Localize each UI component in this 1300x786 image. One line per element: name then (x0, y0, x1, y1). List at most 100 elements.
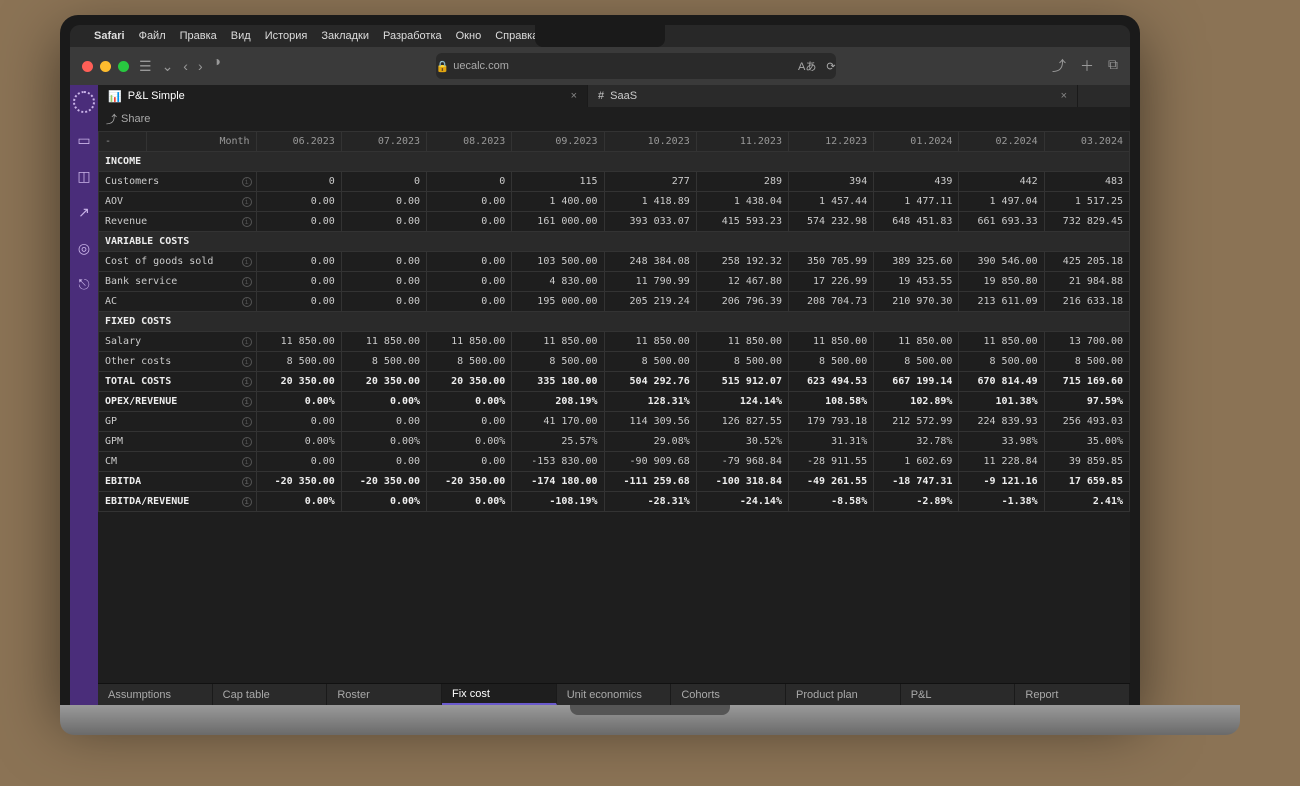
cell[interactable]: 1 438.04 (696, 192, 788, 212)
cell[interactable]: 1 517.25 (1044, 192, 1129, 212)
exit-icon[interactable]: ⎋ (75, 275, 93, 293)
address-bar[interactable]: 🔒 uecalc.com Aあ ⟳ (436, 53, 836, 79)
cell[interactable]: 256 493.03 (1044, 412, 1129, 432)
cell[interactable]: 1 497.04 (959, 192, 1044, 212)
cell[interactable]: 0.00% (341, 432, 426, 452)
cell[interactable]: 25.57% (512, 432, 604, 452)
cell[interactable]: 0.00 (256, 252, 341, 272)
cell[interactable]: 350 705.99 (788, 252, 873, 272)
cell[interactable]: -8.58% (788, 492, 873, 512)
menu-edit[interactable]: Правка (180, 30, 217, 42)
reader-icon[interactable]: Aあ (798, 58, 822, 74)
row-label[interactable]: AOVi (99, 192, 257, 212)
cell[interactable]: 11 850.00 (788, 332, 873, 352)
cell[interactable]: 415 593.23 (696, 212, 788, 232)
close-icon[interactable]: × (1061, 90, 1067, 102)
cell[interactable]: 0.00 (341, 412, 426, 432)
cell[interactable]: 1 602.69 (874, 452, 959, 472)
cell[interactable]: 8 500.00 (341, 352, 426, 372)
cell[interactable]: 289 (696, 172, 788, 192)
cell[interactable]: 258 192.32 (696, 252, 788, 272)
cell[interactable]: -24.14% (696, 492, 788, 512)
cell[interactable]: 0.00 (341, 192, 426, 212)
cell[interactable]: 8 500.00 (604, 352, 696, 372)
doc-tab-pl-simple[interactable]: 📊 P&L Simple × (98, 85, 588, 107)
cell[interactable]: 32.78% (874, 432, 959, 452)
cell[interactable]: 0.00 (256, 212, 341, 232)
sidebar-toggle-icon[interactable]: ☰ (139, 58, 152, 75)
cell[interactable]: 11 850.00 (341, 332, 426, 352)
cell[interactable]: 8 500.00 (874, 352, 959, 372)
cell[interactable]: -2.89% (874, 492, 959, 512)
cell[interactable]: 212 572.99 (874, 412, 959, 432)
cell[interactable]: -28 911.55 (788, 452, 873, 472)
cell[interactable]: 179 793.18 (788, 412, 873, 432)
sheet-tab[interactable]: Cap table (213, 684, 328, 705)
cell[interactable]: 20 350.00 (427, 372, 512, 392)
cell[interactable]: 11 850.00 (427, 332, 512, 352)
cell[interactable]: 216 633.18 (1044, 292, 1129, 312)
sheet-tab[interactable]: Cohorts (671, 684, 786, 705)
app-logo-icon[interactable] (73, 91, 95, 113)
menu-window[interactable]: Окно (456, 30, 482, 42)
forward-button[interactable]: › (198, 58, 203, 74)
cell[interactable]: 0.00% (256, 492, 341, 512)
cell[interactable]: 19 850.80 (959, 272, 1044, 292)
share-button[interactable]: Share (121, 113, 150, 125)
cell[interactable]: 483 (1044, 172, 1129, 192)
cell[interactable]: 1 418.89 (604, 192, 696, 212)
doc-tab-saas[interactable]: # SaaS × (588, 85, 1078, 107)
row-label[interactable]: Bank servicei (99, 272, 257, 292)
cell[interactable]: 11 850.00 (604, 332, 696, 352)
cell[interactable]: 0.00 (341, 452, 426, 472)
sheet-tab[interactable]: Assumptions (98, 684, 213, 705)
cell[interactable]: 11 850.00 (696, 332, 788, 352)
share-icon[interactable]: ⤴ (1052, 56, 1066, 76)
menu-file[interactable]: Файл (139, 30, 166, 42)
cell[interactable]: 124.14% (696, 392, 788, 412)
cell[interactable]: 0.00 (341, 252, 426, 272)
cell[interactable]: 389 325.60 (874, 252, 959, 272)
cell[interactable]: 30.52% (696, 432, 788, 452)
menu-help[interactable]: Справка (495, 30, 538, 42)
cell[interactable]: 0 (341, 172, 426, 192)
row-label[interactable]: TOTAL COSTSi (99, 372, 257, 392)
cell[interactable]: 128.31% (604, 392, 696, 412)
window-minimize-button[interactable] (100, 61, 111, 72)
cell[interactable]: 8 500.00 (256, 352, 341, 372)
cell[interactable]: 0.00% (256, 432, 341, 452)
cell[interactable]: 21 984.88 (1044, 272, 1129, 292)
cell[interactable]: 623 494.53 (788, 372, 873, 392)
cell[interactable]: 0.00% (427, 392, 512, 412)
cell[interactable]: 0.00 (256, 272, 341, 292)
info-icon[interactable]: i (242, 417, 252, 427)
row-label[interactable]: OPEX/REVENUEi (99, 392, 257, 412)
cell[interactable]: 35.00% (1044, 432, 1129, 452)
tabs-overview-icon[interactable]: ⧉ (1108, 56, 1118, 76)
cell[interactable]: 0.00 (256, 192, 341, 212)
cell[interactable]: -20 350.00 (256, 472, 341, 492)
cell[interactable]: -18 747.31 (874, 472, 959, 492)
menu-view[interactable]: Вид (231, 30, 251, 42)
cell[interactable]: 11 850.00 (959, 332, 1044, 352)
cell[interactable]: 515 912.07 (696, 372, 788, 392)
cell[interactable]: -174 180.00 (512, 472, 604, 492)
cell[interactable]: -153 830.00 (512, 452, 604, 472)
cell[interactable]: 195 000.00 (512, 292, 604, 312)
cell[interactable]: 17 226.99 (788, 272, 873, 292)
cell[interactable]: 8 500.00 (512, 352, 604, 372)
back-button[interactable]: ‹ (183, 58, 188, 74)
cell[interactable]: 393 033.07 (604, 212, 696, 232)
cell[interactable]: 0.00% (341, 492, 426, 512)
cell[interactable]: 661 693.33 (959, 212, 1044, 232)
cell[interactable]: 0.00 (256, 412, 341, 432)
info-icon[interactable]: i (242, 497, 252, 507)
cell[interactable]: 670 814.49 (959, 372, 1044, 392)
info-icon[interactable]: i (242, 217, 252, 227)
info-icon[interactable]: i (242, 457, 252, 467)
cell[interactable]: 97.59% (1044, 392, 1129, 412)
row-label[interactable]: Cost of goods soldi (99, 252, 257, 272)
cell[interactable]: 103 500.00 (512, 252, 604, 272)
cell[interactable]: 0.00% (427, 432, 512, 452)
panel-icon[interactable]: ◫ (75, 167, 93, 185)
